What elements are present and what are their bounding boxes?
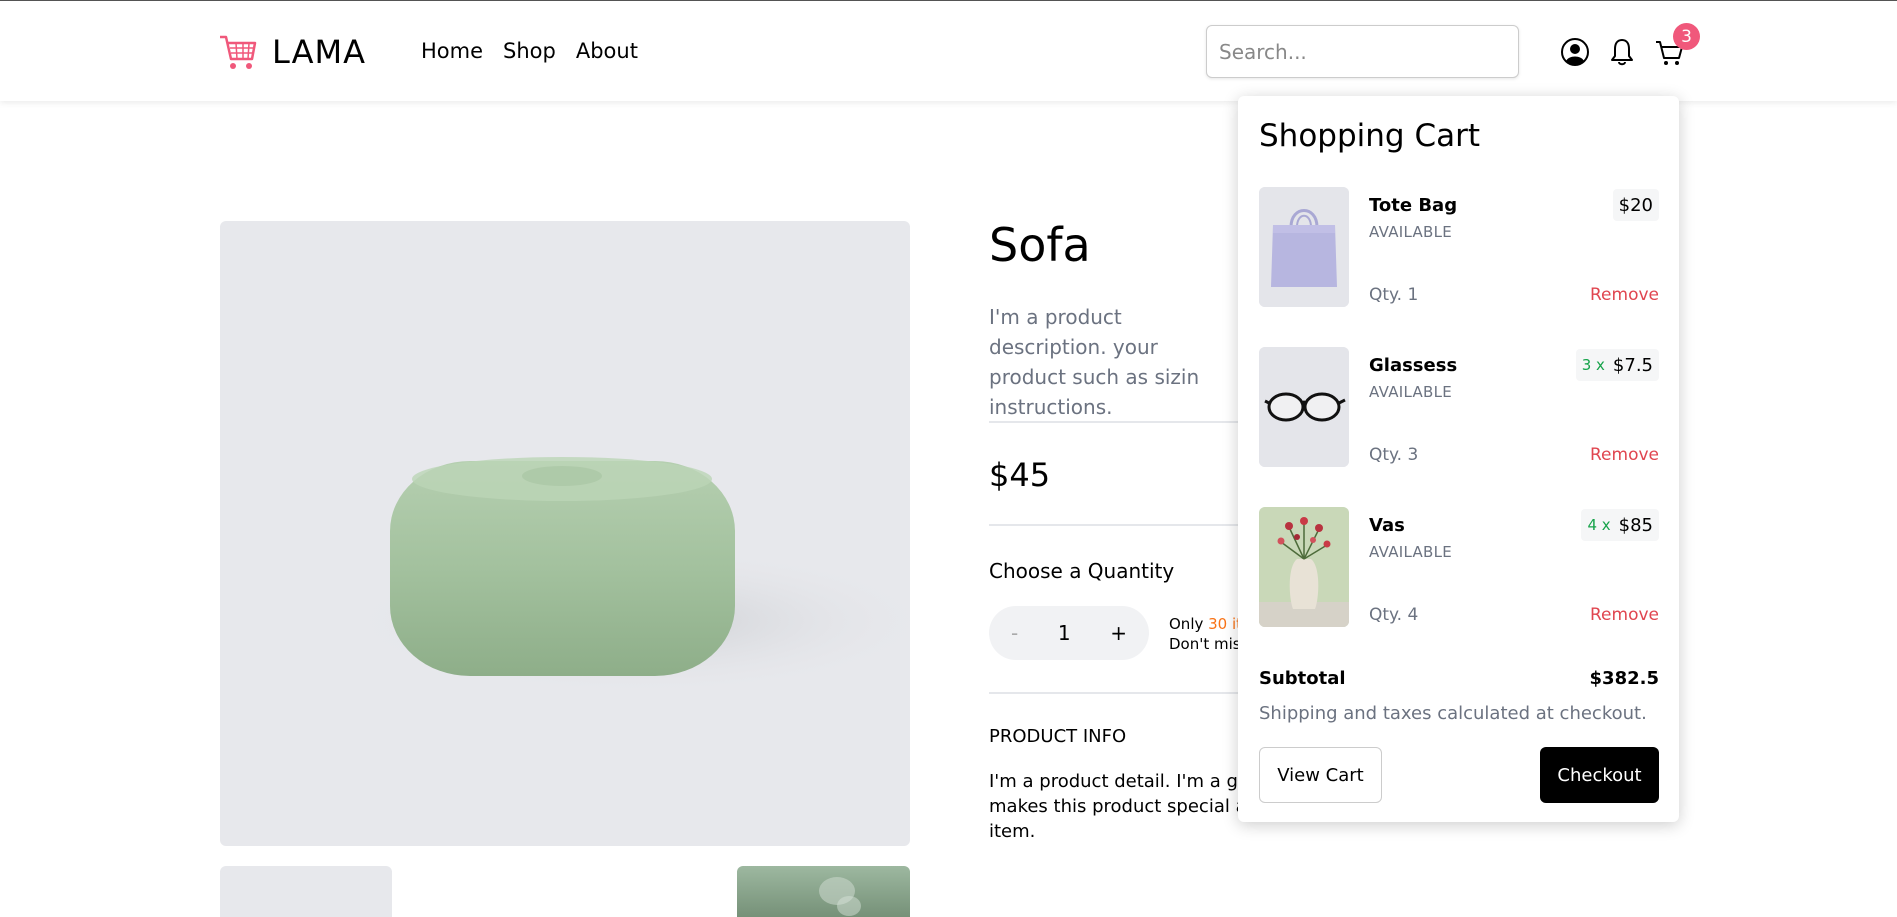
remove-item-button[interactable]: Remove [1590, 605, 1659, 625]
cart-item: Tote Bag AVAILABLE $20 Qty. 1 Remove [1259, 187, 1659, 309]
cart-item-price-value: $85 [1618, 514, 1653, 536]
quantity-value: 1 [1057, 621, 1071, 645]
subtotal-value: $382.5 [1589, 668, 1659, 689]
choose-quantity-label: Choose a Quantity [989, 559, 1175, 583]
subtotal-label: Subtotal [1259, 668, 1346, 689]
cart-item-qty: Qty. 3 [1369, 445, 1419, 465]
remove-item-button[interactable]: Remove [1590, 445, 1659, 465]
cart-title: Shopping Cart [1259, 118, 1480, 154]
tote-bag-image [1259, 187, 1349, 307]
nav-home[interactable]: Home [421, 39, 483, 63]
increase-button[interactable]: + [1110, 621, 1127, 645]
cart-item-price: $20 [1612, 189, 1659, 221]
cart-item: Vas AVAILABLE 4 x $85 Qty. 4 Remove [1259, 507, 1659, 629]
product-description: I'm a product description. your product … [989, 305, 1200, 419]
checkout-button[interactable]: Checkout [1540, 747, 1659, 803]
cart-item-image [1259, 507, 1349, 627]
cart-item-name: Vas [1369, 515, 1405, 536]
shipping-note: Shipping and taxes calculated at checkou… [1259, 703, 1647, 724]
vase-image [1259, 507, 1349, 627]
stock-count: 30 it [1208, 615, 1243, 633]
cart-logo-icon [220, 35, 257, 69]
cart-item-status: AVAILABLE [1369, 223, 1453, 241]
cart-item-status: AVAILABLE [1369, 383, 1453, 401]
cart-item-price: 4 x $85 [1581, 509, 1659, 541]
profile-icon[interactable] [1560, 37, 1590, 67]
cart-item-qty: Qty. 1 [1369, 285, 1419, 305]
cart-item-name: Glassess [1369, 355, 1458, 376]
cart-item-multiplier: 3 x [1581, 356, 1605, 374]
glasses-image [1259, 347, 1349, 467]
decrease-button[interactable]: - [1011, 621, 1018, 645]
cart-item-image [1259, 187, 1349, 307]
product-title: Sofa [989, 218, 1091, 272]
product-thumbnail[interactable] [220, 866, 392, 917]
cart-item-price: 3 x $7.5 [1575, 349, 1659, 381]
cart-item-price-value: $7.5 [1612, 354, 1653, 376]
quantity-stepper: - 1 + [989, 606, 1149, 660]
cart-item-multiplier: 4 x [1587, 516, 1611, 534]
cart-item-image [1259, 347, 1349, 467]
cart-item: Glassess AVAILABLE 3 x $7.5 Qty. 3 Remov… [1259, 347, 1659, 469]
cart-item-qty: Qty. 4 [1369, 605, 1419, 625]
product-thumbnail[interactable] [737, 866, 910, 917]
cart-count-badge: 3 [1673, 23, 1700, 50]
product-info-title: PRODUCT INFO [989, 726, 1127, 747]
bell-icon[interactable] [1607, 37, 1637, 67]
product-price: $45 [989, 456, 1051, 494]
search-input[interactable] [1206, 25, 1519, 78]
sofa-image [340, 457, 910, 696]
product-main-image [220, 221, 910, 846]
nav-about[interactable]: About [576, 39, 638, 63]
main-nav: Home Shop About [421, 39, 638, 63]
remove-item-button[interactable]: Remove [1590, 285, 1659, 305]
nav-shop[interactable]: Shop [503, 39, 556, 63]
stock-notice: Only 30 it Don't miss [1169, 614, 1248, 654]
site-header: LAMA Home Shop About 3 [0, 1, 1897, 101]
cart-dropdown: Shopping Cart Tote Bag AVAILABLE $20 Qty… [1238, 96, 1679, 822]
view-cart-button[interactable]: View Cart [1259, 747, 1382, 803]
cart-item-name: Tote Bag [1369, 195, 1458, 216]
logo-text: LAMA [272, 33, 366, 71]
stock-prefix: Only [1169, 615, 1209, 633]
stock-line2: Don't miss [1169, 635, 1249, 653]
cart-item-price-value: $20 [1618, 194, 1653, 216]
logo-link[interactable]: LAMA [218, 33, 366, 71]
thumbnail-image [819, 877, 861, 916]
cart-item-status: AVAILABLE [1369, 543, 1453, 561]
